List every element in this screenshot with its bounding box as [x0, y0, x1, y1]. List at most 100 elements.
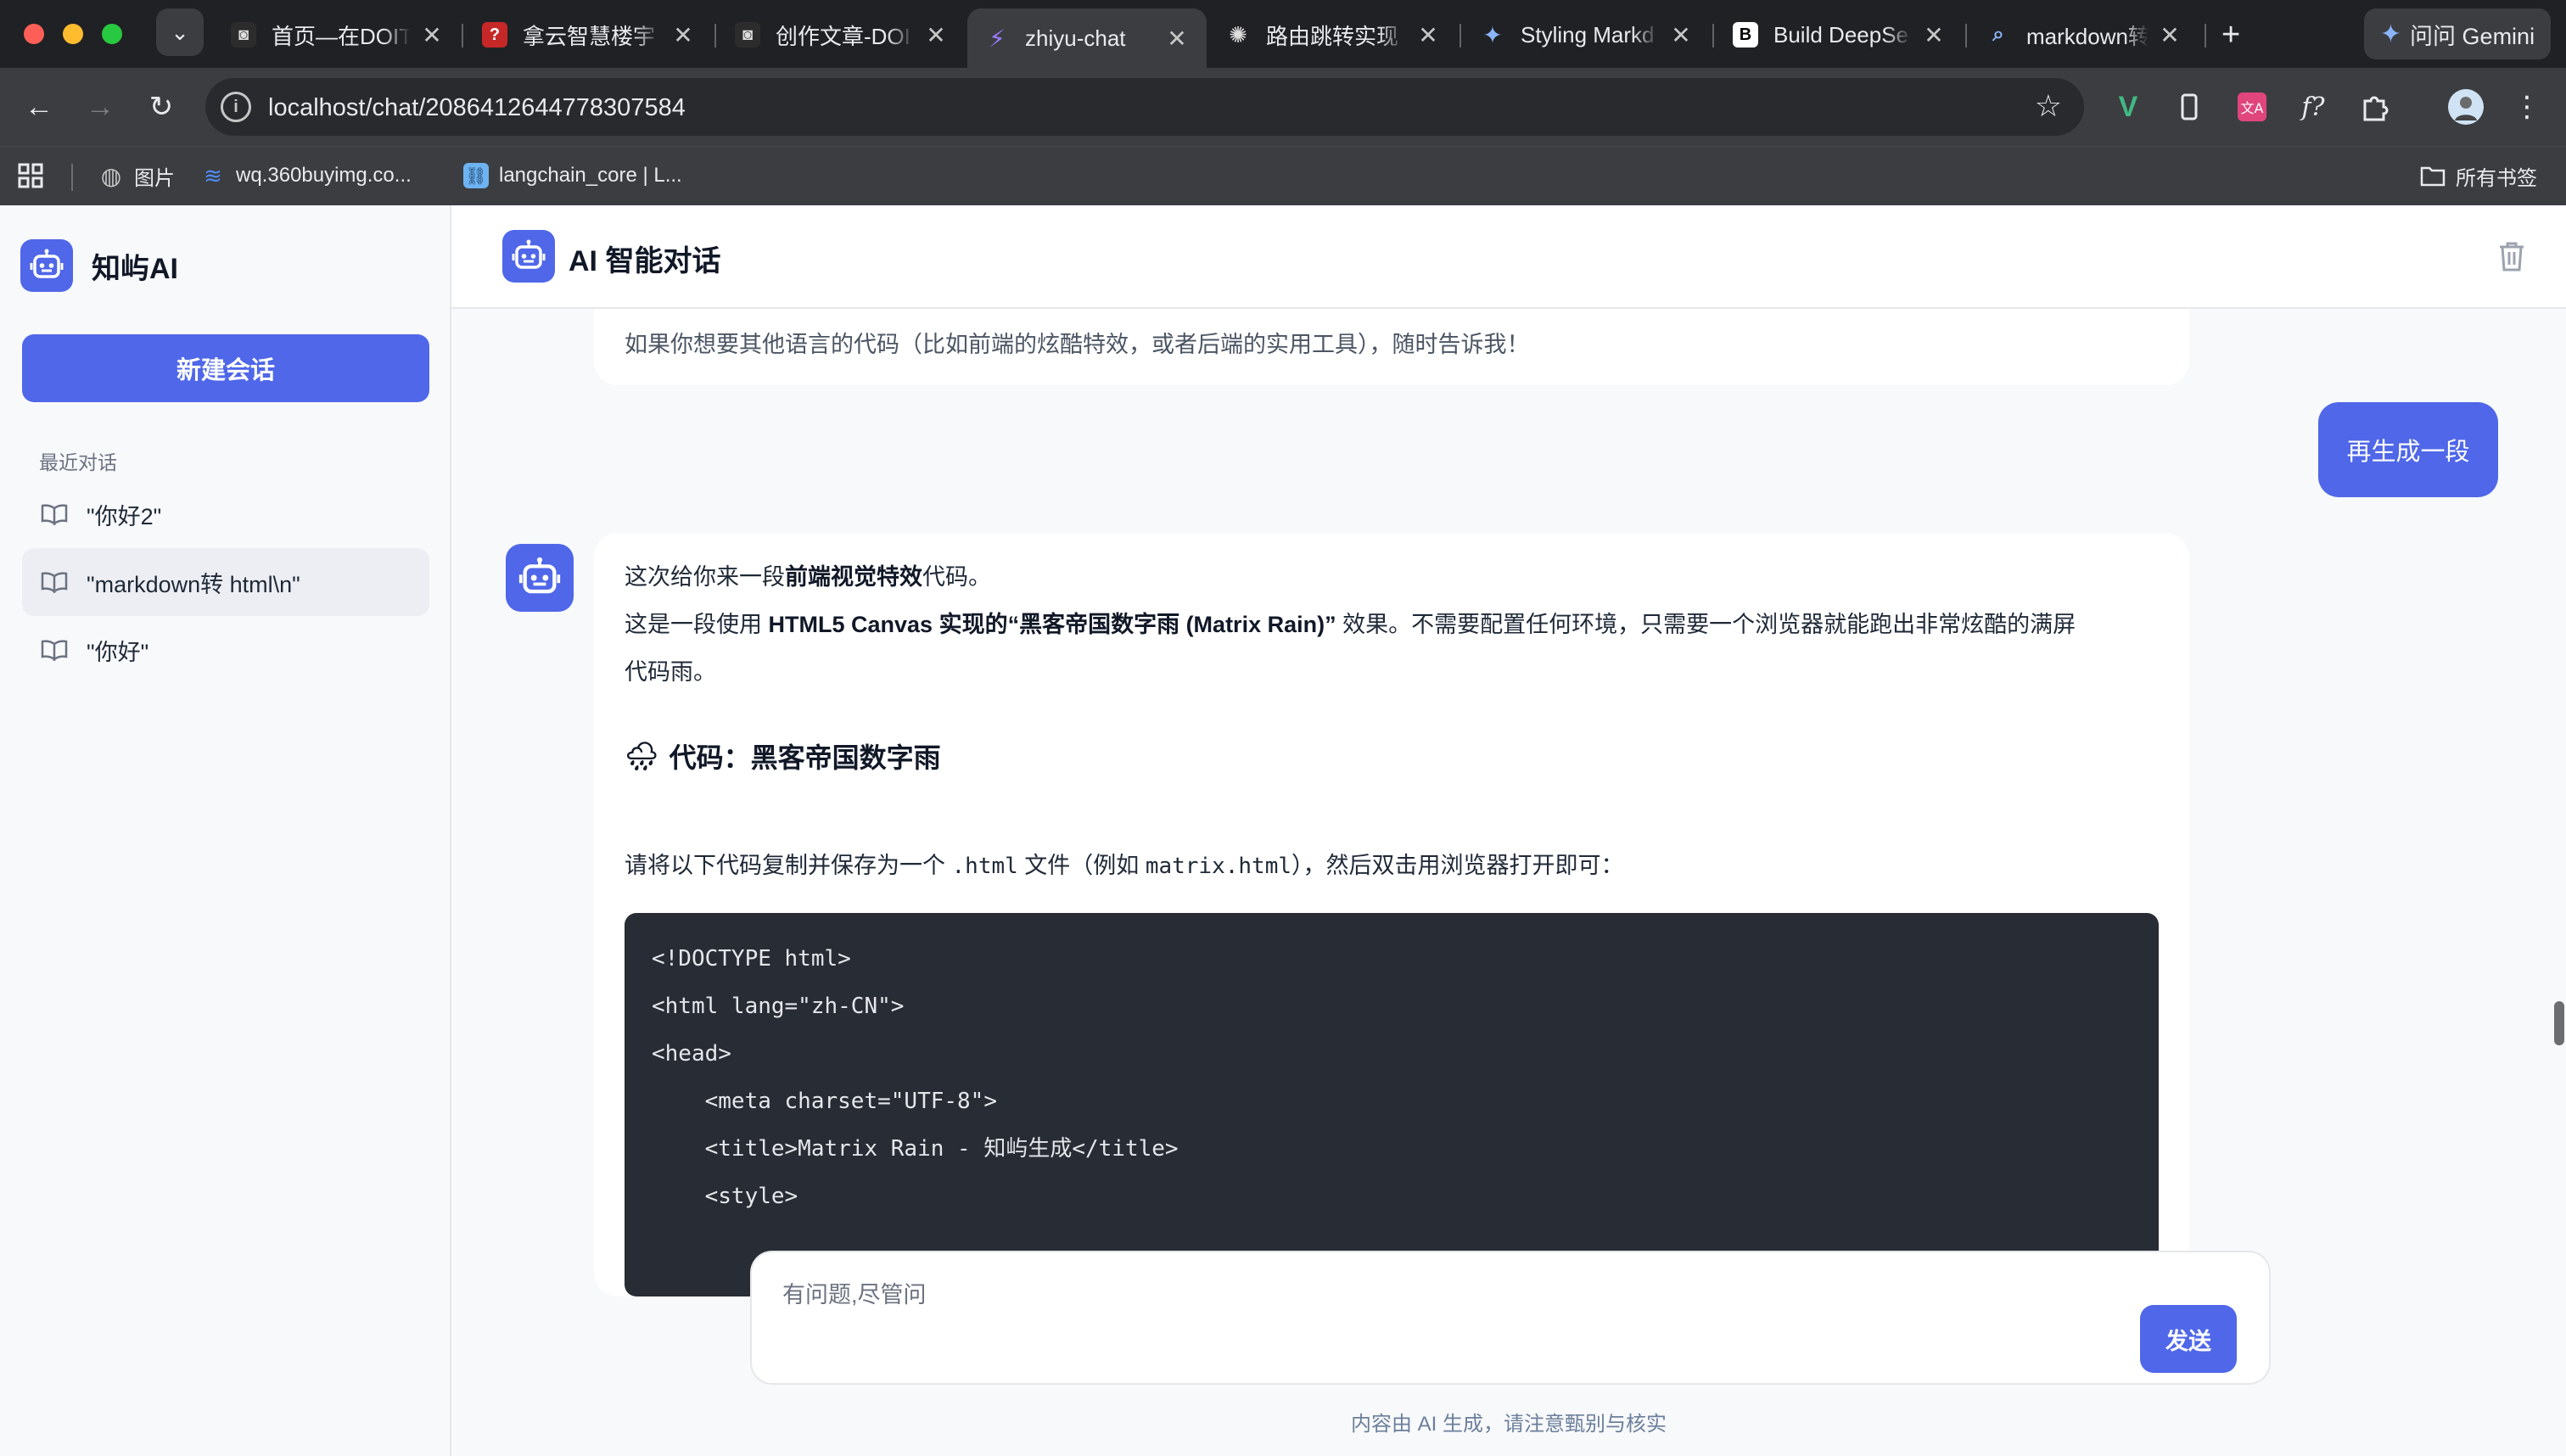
conversation-item[interactable]: "你好"	[22, 616, 429, 684]
browser-tab[interactable]: ✺ 路由跳转实现 ✕	[1208, 8, 1458, 61]
robot-logo-icon	[20, 239, 73, 292]
bookmarks-bar: ◍ 图片 ≋ wq.360buyimg.co... ⛓ langchain_co…	[0, 146, 2566, 205]
folder-icon	[2420, 163, 2446, 188]
code-line: <!DOCTYPE html>	[652, 946, 851, 972]
book-open-icon	[41, 502, 68, 526]
brand-name: 知屿AI	[92, 252, 178, 285]
bold-text: 前端视觉特效	[785, 564, 922, 590]
browser-tab[interactable]: ✦ Styling Markd ✕	[1463, 8, 1711, 61]
openai-favicon-icon: ✺	[1229, 21, 1247, 48]
text-span: 效果。不需要配置任何环境，只需要一个浏览器就能跑出非常炫酷的满屏	[1336, 612, 2076, 637]
robot-favicon-icon: ◙	[231, 22, 256, 48]
more-menu-icon[interactable]: ⋮	[2505, 85, 2549, 129]
delete-conversation-button[interactable]	[2495, 239, 2529, 273]
minimize-window-button[interactable]	[63, 24, 83, 44]
ask-gemini-button[interactable]: ✦ 问问 Gemini	[2364, 8, 2551, 59]
ai-message-line-2: 这是一段使用 HTML5 Canvas 实现的“黑客帝国数字雨 (Matrix …	[625, 601, 2076, 648]
text-span: 这是一段使用	[625, 612, 769, 637]
code-section-heading: 🌧 代码：黑客帝国数字雨	[625, 736, 941, 776]
formula-extension-icon[interactable]: f?	[2291, 85, 2335, 129]
browser-tab[interactable]: ? 拿云智慧楼宇 ✕	[465, 8, 713, 61]
all-bookmarks-button[interactable]: 所有书签	[2420, 159, 2537, 193]
bookmark-item[interactable]: ⛓ langchain_core | L...	[463, 159, 682, 193]
text-span: 请将以下代码复制并保存为一个	[625, 853, 952, 878]
bookmark-star-icon[interactable]: ☆	[2035, 88, 2062, 124]
page-title: AI 智能对话	[569, 245, 721, 277]
send-button[interactable]: 发送	[2140, 1305, 2237, 1373]
close-window-button[interactable]	[24, 24, 44, 44]
puzzle-extensions-icon[interactable]	[2352, 85, 2396, 129]
previous-message-text: 如果你想要其他语言的代码（比如前端的炫酷特效，或者后端的实用工具），随时告诉我！	[625, 332, 1530, 357]
text-span: 代码。	[922, 564, 991, 590]
maximize-window-button[interactable]	[102, 24, 122, 44]
url-text[interactable]: localhost/chat/2086412644778307584	[268, 94, 686, 122]
forward-button[interactable]: →	[80, 87, 120, 127]
tab-title: Styling Markd	[1521, 21, 1655, 48]
conversation-title: "你好2"	[87, 503, 162, 529]
browser-tab-active[interactable]: ⚡ zhiyu-chat ✕	[967, 8, 1207, 68]
code-block[interactable]: <!DOCTYPE html> <html lang="zh-CN"> <hea…	[625, 913, 2159, 1296]
tab-search-button[interactable]: ⌄	[156, 8, 204, 56]
tab-separator	[2205, 24, 2206, 48]
rain-cloud-icon: 🌧	[625, 741, 659, 771]
tab-title: markdown转h	[2026, 23, 2149, 49]
browser-tab[interactable]: B Build DeepSe ✕	[1716, 8, 1964, 61]
chat-header: AI 智能对话	[451, 205, 2566, 309]
device-extension-icon[interactable]	[2167, 85, 2211, 129]
tab-title: zhiyu-chat	[1025, 25, 1126, 51]
code-line: <style>	[652, 1184, 798, 1209]
header-logo	[502, 230, 555, 283]
ai-message-card: 这次给你来一段前端视觉特效代码。 这是一段使用 HTML5 Canvas 实现的…	[594, 533, 2189, 1296]
browser-tab[interactable]: ⌕ markdown转h ✕	[1969, 8, 2199, 61]
apps-grid-icon[interactable]	[17, 159, 44, 193]
text-span: 这次给你来一段	[625, 564, 785, 590]
scrollbar-thumb[interactable]	[2554, 1001, 2564, 1045]
close-icon[interactable]: ✕	[1415, 21, 1441, 49]
ask-gemini-label: 问问 Gemini	[2410, 23, 2535, 49]
tab-separator	[462, 24, 463, 48]
close-icon[interactable]: ✕	[1921, 21, 1947, 49]
message-input[interactable]	[782, 1276, 2055, 1327]
conversation-item[interactable]: "你好2"	[22, 480, 429, 548]
translate-extension-icon[interactable]: 文A	[2230, 85, 2274, 129]
globe-icon: ◍	[100, 162, 122, 189]
code-line: <meta charset="UTF-8">	[652, 1089, 997, 1114]
tab-separator	[1712, 24, 1714, 48]
site-info-icon[interactable]: i	[221, 92, 251, 122]
tab-separator	[1459, 24, 1461, 48]
browser-tab[interactable]: ◙ 首页—在DOIT ✕	[214, 8, 462, 61]
robot-avatar-icon	[506, 544, 574, 612]
tab-title: 路由跳转实现	[1266, 23, 1399, 49]
new-chat-button[interactable]: 新建会话	[22, 334, 429, 402]
close-icon[interactable]: ✕	[2157, 21, 2182, 49]
code-line: <html lang="zh-CN">	[652, 994, 905, 1019]
reload-icon: ↻	[148, 91, 174, 123]
gemini-icon: ✦	[2379, 20, 2402, 48]
bookmark-item[interactable]: ≋ wq.360buyimg.co...	[200, 159, 412, 193]
ai-avatar	[506, 544, 574, 612]
robot-favicon-icon: ◙	[735, 22, 760, 48]
main-panel: 如果你想要其他语言的代码（比如前端的炫酷特效，或者后端的实用工具），随时告诉我！…	[451, 205, 2566, 1456]
profile-avatar[interactable]	[2444, 85, 2488, 129]
tab-title: 首页—在DOIT	[272, 23, 411, 49]
text-span: ），然后双击用浏览器打开即可：	[1291, 853, 1624, 878]
conversation-item-selected[interactable]: "markdown转 html\n"	[22, 548, 429, 616]
all-bookmarks-label: 所有书签	[2456, 166, 2537, 190]
new-tab-button[interactable]: +	[2221, 17, 2240, 53]
close-icon[interactable]: ✕	[419, 21, 445, 49]
tab-bar: ⌄ ◙ 首页—在DOIT ✕ ? 拿云智慧楼宇 ✕ ◙ 创作文章-DOI ✕ ⚡…	[0, 0, 2566, 68]
book-open-icon	[41, 570, 68, 594]
bookmark-item[interactable]: ◍ 图片	[98, 159, 175, 193]
ai-message-line-3: 代码雨。	[625, 659, 716, 685]
close-icon[interactable]: ✕	[923, 21, 949, 49]
close-icon[interactable]: ✕	[1164, 25, 1190, 53]
address-bar[interactable]: i localhost/chat/2086412644778307584 ☆	[205, 78, 2084, 136]
close-icon[interactable]: ✕	[1668, 21, 1694, 49]
back-button[interactable]: ←	[19, 87, 59, 127]
browser-tab[interactable]: ◙ 创作文章-DOI ✕	[718, 8, 966, 61]
vue-devtools-extension-icon[interactable]: V	[2106, 85, 2150, 129]
message-composer: 发送	[750, 1251, 2271, 1385]
search-favicon-icon: ⌕	[1992, 23, 2004, 46]
reload-button[interactable]: ↻	[141, 87, 182, 127]
close-icon[interactable]: ✕	[670, 21, 696, 49]
